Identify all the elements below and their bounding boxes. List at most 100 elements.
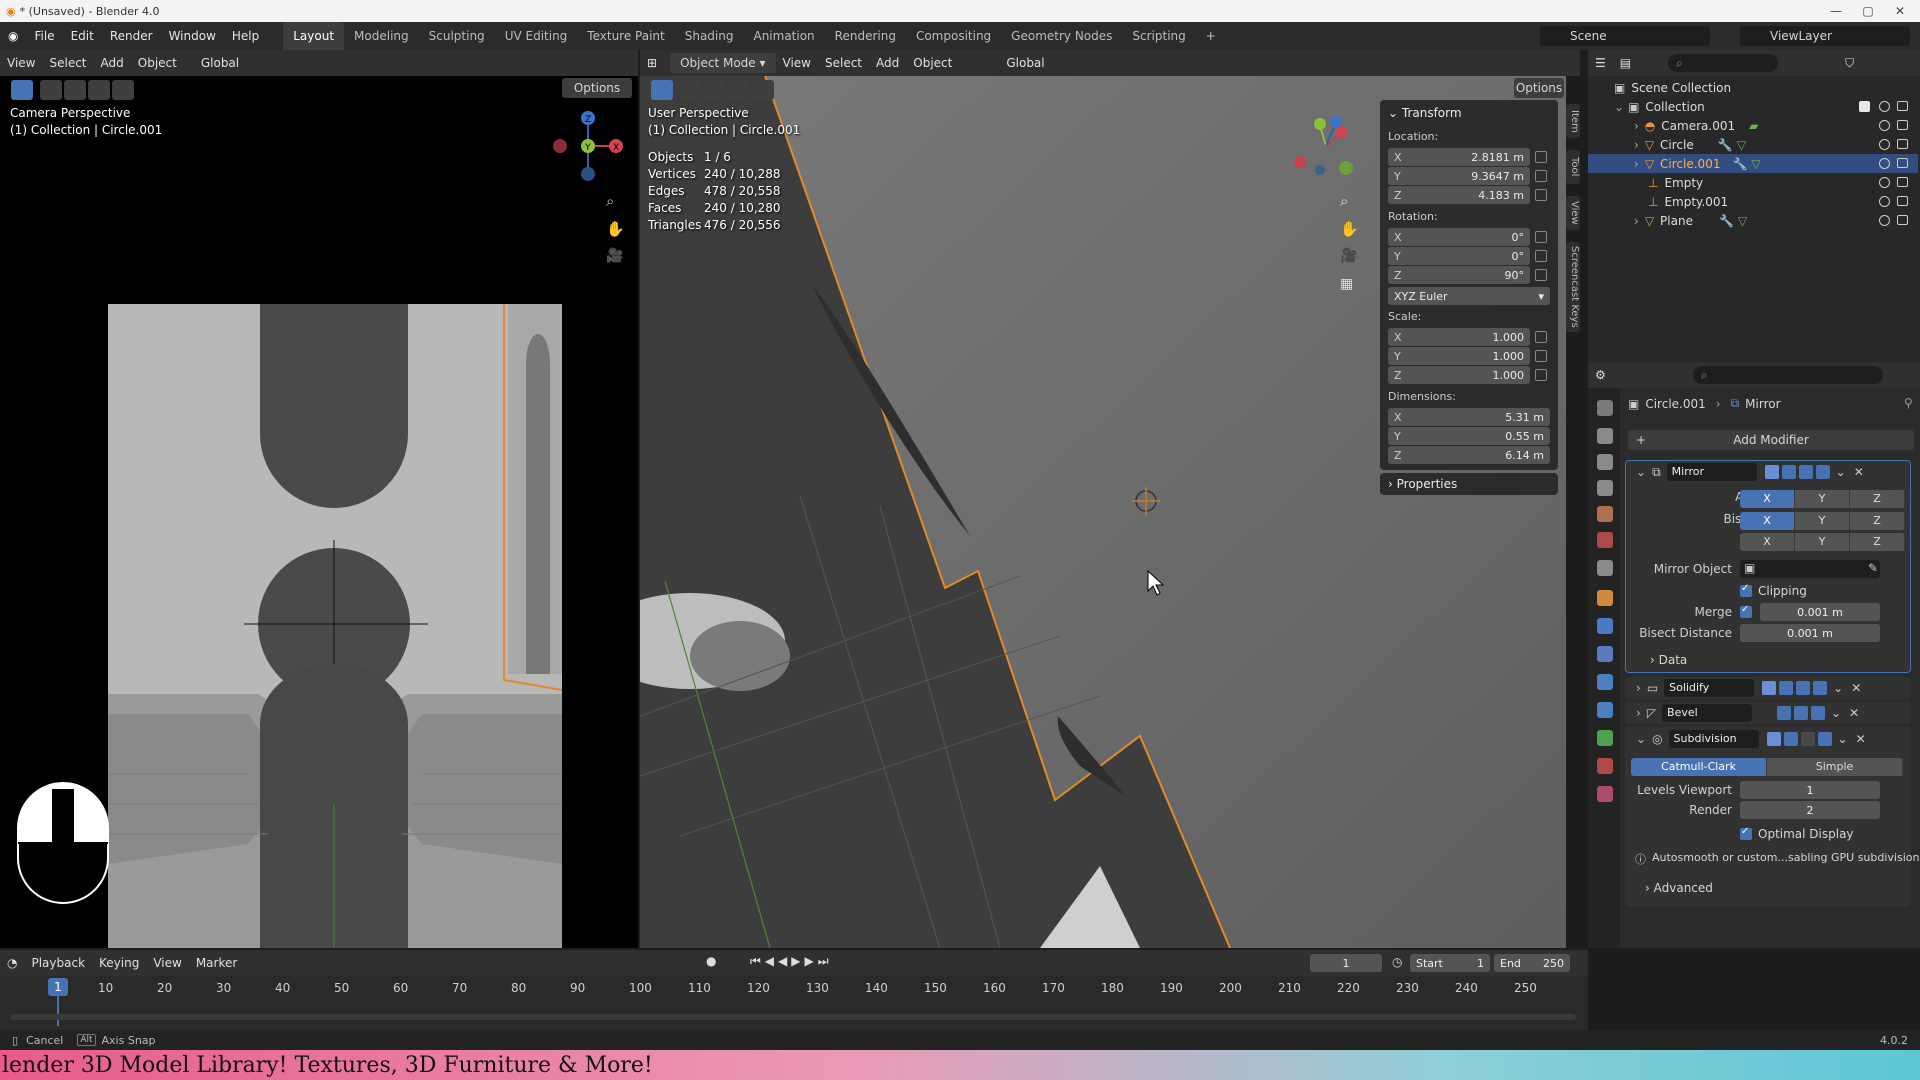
location-x-field[interactable]: X 2.8181 m — [1388, 148, 1530, 166]
circle-render-icon[interactable] — [1897, 139, 1908, 149]
material-properties-icon[interactable] — [1597, 758, 1613, 774]
tab-texture-paint[interactable]: Texture Paint — [577, 22, 674, 50]
mirror-axis-z[interactable]: Z — [1850, 490, 1905, 508]
eyedropper-icon[interactable]: ✎ — [1868, 561, 1878, 575]
rotation-y-field[interactable]: Y 0° — [1388, 247, 1530, 265]
main-grid-view-icon[interactable]: ▦ — [1340, 276, 1353, 292]
bevel-edit-mode-icon[interactable] — [1777, 706, 1792, 720]
location-y-field[interactable]: Y 9.3647 m — [1388, 167, 1530, 185]
main-add-menu[interactable]: Add — [869, 56, 906, 70]
lock-location-y-icon[interactable] — [1535, 170, 1547, 182]
bevel-viewport-icon[interactable] — [1794, 706, 1809, 720]
scene-properties-icon[interactable] — [1597, 506, 1613, 522]
sidebar-tab-screencast-keys[interactable]: Screencast Keys — [1566, 242, 1580, 332]
start-frame-field[interactable]: Start 1 — [1410, 954, 1490, 972]
main-select-mode-icon[interactable] — [680, 80, 702, 100]
tab-uv-editing[interactable]: UV Editing — [495, 22, 578, 50]
main-select-box-icon[interactable] — [651, 80, 673, 100]
physics-properties-icon[interactable] — [1597, 674, 1613, 690]
mirror-viewport-display-icon[interactable] — [1798, 465, 1813, 479]
dimension-y-field[interactable]: Y 0.55 m — [1388, 427, 1550, 445]
lock-rotation-y-icon[interactable] — [1535, 250, 1547, 262]
mirror-flip-x[interactable]: X — [1740, 533, 1795, 551]
keying-menu[interactable]: Keying — [92, 956, 146, 970]
bevel-name-field[interactable]: Bevel — [1662, 704, 1753, 722]
main-zoom-icon[interactable]: ⌕ — [1340, 192, 1348, 210]
outliner-filter-icon[interactable]: ⛉ — [1838, 56, 1861, 71]
mirror-object-field[interactable]: ▣ — [1740, 560, 1880, 578]
mirror-flip-z[interactable]: Z — [1850, 533, 1905, 551]
playback-controls[interactable]: ⏮◀◀▶▶⏭ — [750, 954, 833, 969]
subdivision-on-cage-icon[interactable] — [1783, 732, 1798, 746]
menu-render[interactable]: Render — [102, 22, 161, 50]
properties-search-input[interactable]: ⌕ — [1692, 366, 1883, 384]
add-workspace-button[interactable]: + — [1196, 22, 1226, 50]
main-navigation-gizmo[interactable] — [1290, 112, 1364, 186]
left-add-menu[interactable]: Add — [94, 56, 131, 70]
solidify-edit-mode-icon[interactable] — [1762, 681, 1777, 695]
render-properties-icon[interactable] — [1597, 428, 1613, 444]
outliner-search-input[interactable]: ⌕ — [1668, 54, 1779, 72]
solidify-viewport-icon[interactable] — [1796, 681, 1811, 695]
camera-render-icon[interactable] — [1897, 120, 1908, 130]
solidify-expand-icon[interactable]: › — [1636, 681, 1641, 695]
view-layer-selector[interactable]: ViewLayer — [1740, 26, 1910, 46]
left-view-menu[interactable]: View — [0, 56, 42, 70]
mirror-edit-mode-icon[interactable] — [1764, 465, 1779, 479]
world-properties-icon[interactable] — [1597, 532, 1613, 548]
mirror-render-icon[interactable] — [1815, 465, 1830, 479]
merge-checkbox[interactable] — [1740, 604, 1752, 621]
solidify-on-cage-icon[interactable] — [1779, 681, 1794, 695]
mode-dropdown[interactable]: Object Mode ▾ — [670, 53, 776, 73]
lock-rotation-x-icon[interactable] — [1535, 231, 1547, 243]
camera-visibility-eye-icon[interactable] — [1879, 120, 1890, 131]
tab-animation[interactable]: Animation — [743, 22, 824, 50]
data-properties-icon[interactable] — [1597, 730, 1613, 746]
render-levels-field[interactable]: 2 — [1740, 801, 1880, 819]
tab-compositing[interactable]: Compositing — [906, 22, 1001, 50]
simple-option[interactable]: Simple — [1767, 758, 1903, 776]
mirror-flip-y[interactable]: Y — [1795, 533, 1850, 551]
promo-banner[interactable]: lender 3D Model Library! Textures, 3D Fu… — [0, 1050, 1920, 1080]
mirror-axis-x[interactable]: X — [1740, 490, 1795, 508]
tab-scripting[interactable]: Scripting — [1122, 22, 1195, 50]
dimension-x-field[interactable]: X 5.31 m — [1388, 408, 1550, 426]
marker-menu[interactable]: Marker — [189, 956, 244, 970]
playback-menu[interactable]: Playback — [24, 956, 92, 970]
tool-properties-icon[interactable] — [1597, 400, 1613, 416]
main-object-menu[interactable]: Object — [906, 56, 959, 70]
editor-type-icon[interactable]: ⊞ — [640, 56, 664, 70]
tab-rendering[interactable]: Rendering — [825, 22, 906, 50]
subdivision-dropdown-icon[interactable]: ⌄ — [1838, 732, 1848, 746]
bevel-render-icon[interactable] — [1811, 706, 1826, 720]
subdivision-render-icon[interactable] — [1817, 732, 1832, 746]
solidify-render-icon[interactable] — [1813, 681, 1828, 695]
subdivision-remove-icon[interactable]: ✕ — [1856, 732, 1866, 746]
mirror-bisect-x[interactable]: X — [1740, 512, 1795, 530]
outliner-display-mode-icon[interactable]: ▤ — [1613, 56, 1638, 70]
outliner-item-camera[interactable]: › ◓ Camera.001 ▰ — [1588, 116, 1918, 135]
bevel-expand-icon[interactable]: › — [1636, 706, 1641, 720]
left-options-button[interactable]: Options — [562, 78, 632, 98]
menu-window[interactable]: Window — [161, 22, 224, 50]
lock-rotation-z-icon[interactable] — [1535, 269, 1547, 281]
empty-001-visibility-eye-icon[interactable] — [1879, 196, 1890, 207]
timeline-view-menu[interactable]: View — [146, 956, 188, 970]
main-select-invert-icon[interactable] — [752, 80, 774, 100]
tab-sculpting[interactable]: Sculpting — [419, 22, 495, 50]
main-select-subtract-icon[interactable] — [728, 80, 750, 100]
bevel-remove-icon[interactable]: ✕ — [1849, 706, 1859, 720]
select-box-tool-icon[interactable] — [11, 80, 33, 100]
tab-modeling[interactable]: Modeling — [344, 22, 419, 50]
tab-layout[interactable]: Layout — [283, 22, 345, 50]
main-camera-view-icon[interactable]: 🎥 — [1340, 248, 1357, 264]
solidify-dropdown-icon[interactable]: ⌄ — [1833, 681, 1843, 695]
main-orientation-dropdown[interactable]: Global — [999, 56, 1051, 70]
mirror-dropdown-icon[interactable]: ⌄ — [1836, 465, 1846, 479]
end-frame-field[interactable]: End 250 — [1494, 954, 1570, 972]
left-viewport[interactable]: Options Camera Perspective (1) Collectio… — [0, 76, 638, 948]
mirror-data-subpanel[interactable]: › Data — [1650, 653, 1687, 667]
menu-edit[interactable]: Edit — [63, 22, 102, 50]
sidebar-tab-tool[interactable]: Tool — [1566, 150, 1580, 184]
outliner-item-plane[interactable]: › ▽ Plane 🔧 ▽ — [1588, 211, 1918, 230]
